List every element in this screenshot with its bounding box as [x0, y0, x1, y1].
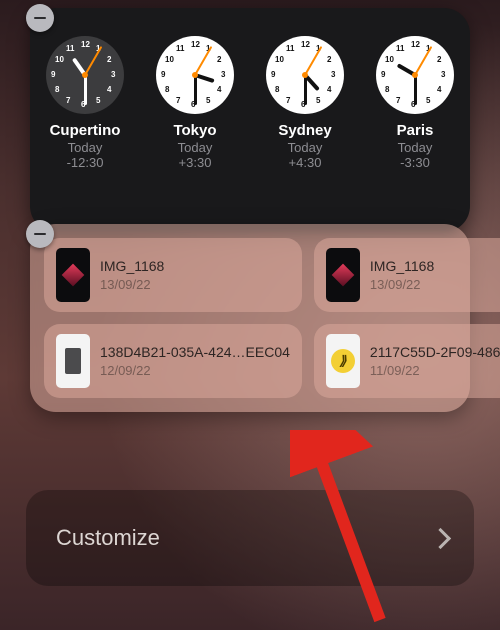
file-name-label: IMG_1168 [370, 258, 434, 276]
clock-face-sydney: 123456789101112 [266, 36, 344, 114]
clock-offset-label: +4:30 [289, 155, 322, 170]
clock-offset-label: +3:30 [179, 155, 212, 170]
file-thumbnail [56, 248, 90, 302]
file-tile[interactable]: IMG_1168 13/09/22 [44, 238, 302, 312]
file-thumbnail: ⟫ [326, 334, 360, 388]
remove-widget-button[interactable] [26, 220, 54, 248]
customize-button[interactable]: Customize [26, 490, 474, 586]
chevron-right-icon [430, 527, 451, 548]
file-name-label: 2117C55D-2F09-486…BFF44 [370, 344, 500, 362]
clock-city-label: Sydney [278, 122, 331, 139]
clock-face-tokyo: 123456789101112 [156, 36, 234, 114]
file-date-label: 13/09/22 [370, 277, 434, 292]
minus-icon [34, 17, 46, 20]
clock-face-paris: 123456789101112 [376, 36, 454, 114]
file-tile[interactable]: 138D4B21-035A-424…EEC04 12/09/22 [44, 324, 302, 398]
file-thumbnail [56, 334, 90, 388]
clock-column: 123456789101112 Tokyo Today +3:30 [145, 36, 245, 170]
file-date-label: 12/09/22 [100, 363, 290, 378]
file-tile[interactable]: IMG_1168 13/09/22 [314, 238, 500, 312]
clock-column: 123456789101112 Sydney Today +4:30 [255, 36, 355, 170]
clock-column: 123456789101112 Cupertino Today -12:30 [35, 36, 135, 170]
clock-offset-label: -12:30 [67, 155, 104, 170]
clock-day-label: Today [178, 140, 213, 155]
clock-column: 123456789101112 Paris Today -3:30 [365, 36, 465, 170]
files-widget[interactable]: IMG_1168 13/09/22 IMG_1168 13/09/22 138D… [30, 224, 470, 412]
clock-face-cupertino: 123456789101112 [46, 36, 124, 114]
clock-city-label: Cupertino [50, 122, 121, 139]
file-name-label: 138D4B21-035A-424…EEC04 [100, 344, 290, 362]
file-tile[interactable]: ⟫ 2117C55D-2F09-486…BFF44 11/09/22 [314, 324, 500, 398]
clock-offset-label: -3:30 [400, 155, 430, 170]
remove-widget-button[interactable] [26, 4, 54, 32]
file-name-label: IMG_1168 [100, 258, 164, 276]
world-clock-widget[interactable]: 123456789101112 Cupertino Today -12:30 1… [30, 8, 470, 232]
file-date-label: 11/09/22 [370, 363, 500, 378]
file-date-label: 13/09/22 [100, 277, 164, 292]
clock-city-label: Tokyo [173, 122, 216, 139]
minus-icon [34, 233, 46, 236]
clock-city-label: Paris [397, 122, 434, 139]
file-thumbnail [326, 248, 360, 302]
clock-day-label: Today [288, 140, 323, 155]
clock-day-label: Today [68, 140, 103, 155]
customize-label: Customize [56, 525, 160, 551]
clock-day-label: Today [398, 140, 433, 155]
